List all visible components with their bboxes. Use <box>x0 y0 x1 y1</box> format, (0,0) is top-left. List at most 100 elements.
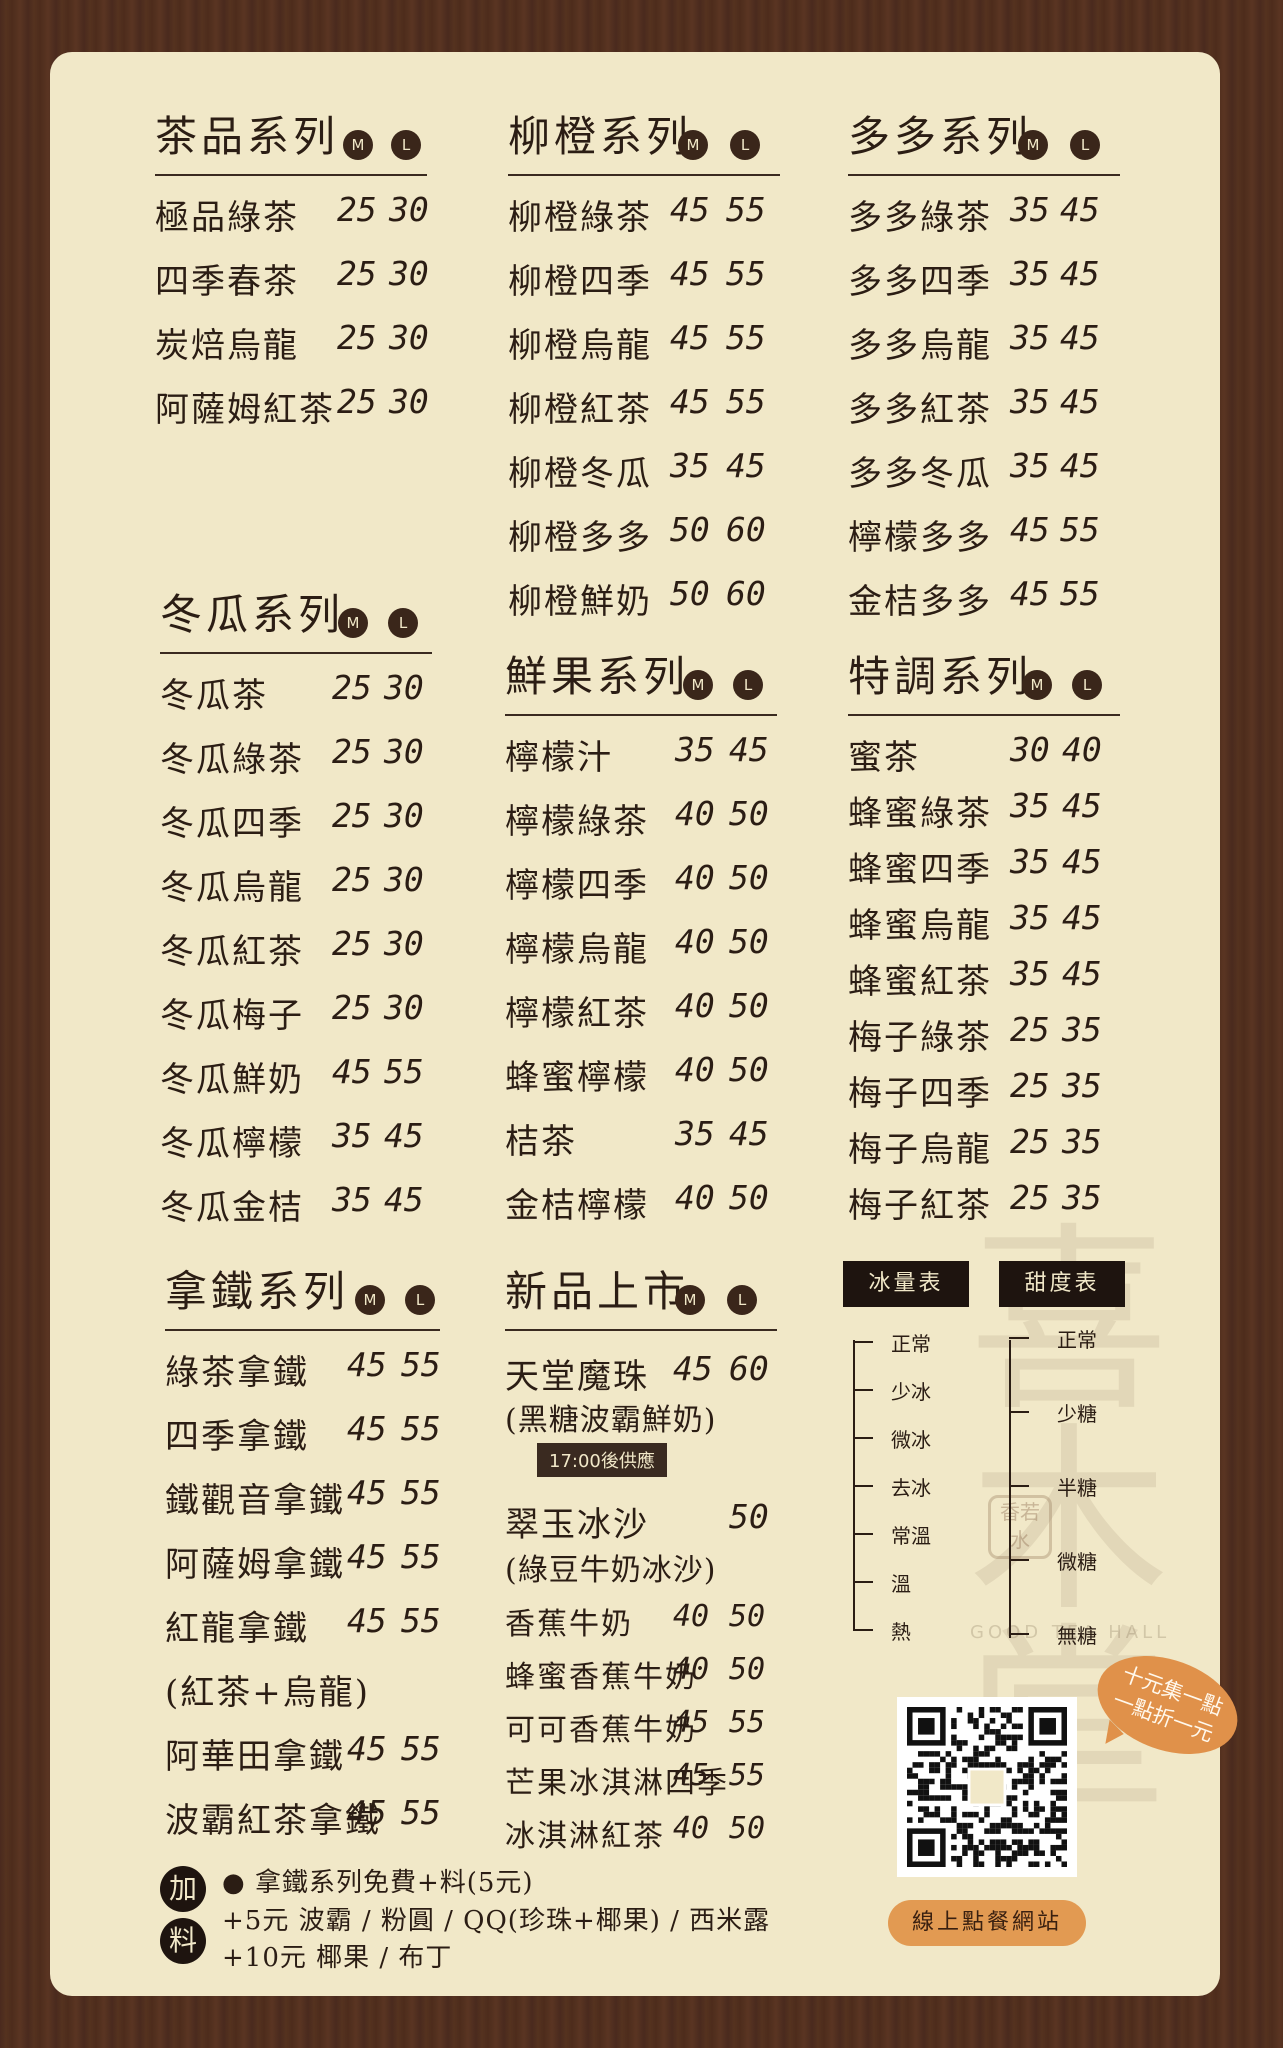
level-label: 微冰 <box>891 1428 931 1452</box>
level-label: 無糖 <box>1057 1624 1097 1648</box>
size-l-badge: L <box>727 1285 757 1315</box>
size-l-badge: L <box>733 670 763 700</box>
item-name: 柳橙綠茶 <box>508 198 652 238</box>
list-item: 梅子綠茶 25 35 <box>848 996 1120 1058</box>
section-latte: 拿鐵系列 M L 綠茶拿鐵 45 55 四季拿鐵 45 55 鐵觀音拿鐵 45 55 阿薩姆拿鐵 4… <box>165 1255 441 1843</box>
price-l: 55 <box>726 190 766 229</box>
price-m: 35 <box>1010 898 1050 937</box>
section-header: 冬瓜系列 M L <box>160 578 432 654</box>
price-m: 30 <box>1010 730 1050 769</box>
price-m: 35 <box>1010 446 1050 485</box>
list-item: 蜂蜜烏龍 35 45 <box>848 884 1120 946</box>
list-item: 冬瓜梅子 25 30 <box>160 974 432 1038</box>
item-name: 綠茶拿鐵 <box>165 1353 309 1393</box>
price-l: 30 <box>389 318 429 357</box>
price-l: 45 <box>1060 446 1100 485</box>
level-label: 正常 <box>1057 1328 1097 1352</box>
price-m: 25 <box>337 382 377 421</box>
price-m: 45 <box>347 1729 387 1768</box>
price-m: 45 <box>670 318 710 357</box>
list-item: 冬瓜紅茶 25 30 <box>160 910 432 974</box>
size-l-badge: L <box>1070 130 1100 160</box>
item-name: 梅子紅茶 <box>848 1186 992 1226</box>
price-m: 25 <box>332 732 372 771</box>
menu-list: 極品綠茶 25 30 四季春茶 25 30 炭焙烏龍 25 30 阿薩姆紅茶 25 30 <box>155 176 429 432</box>
item-name: 冬瓜鮮奶 <box>160 1060 304 1100</box>
level-tick <box>853 1629 873 1631</box>
level-tick <box>853 1341 873 1343</box>
price-m: 25 <box>1010 1066 1050 1105</box>
item-name: 四季拿鐵 <box>165 1417 309 1457</box>
section-header: 多多系列 M L <box>848 100 1120 176</box>
level-tick <box>1009 1485 1029 1487</box>
size-m-badge: M <box>343 130 373 160</box>
item-name: 檸檬多多 <box>848 518 992 558</box>
section-header: 鮮果系列 M L <box>505 640 777 716</box>
menu-list: 蜜茶 30 40 蜂蜜綠茶 35 45 蜂蜜四季 35 45 蜂蜜烏龍 35 45 蜂蜜紅茶 35 45 梅子… <box>848 716 1120 1226</box>
section-melon: 冬瓜系列 M L 冬瓜茶 25 30 冬瓜綠茶 25 30 冬瓜四季 25 30 冬瓜烏龍 25 30… <box>160 578 432 1230</box>
item-name: 鐵觀音拿鐵 <box>165 1481 345 1521</box>
addon-line: ● 拿鐵系列免費+料(5元) <box>222 1868 534 1898</box>
list-item: 柳橙烏龍 45 55 <box>508 304 780 368</box>
price-m: 25 <box>332 924 372 963</box>
item-name: 極品綠茶 <box>155 198 299 238</box>
list-item: 檸檬紅茶 40 50 <box>505 972 777 1036</box>
item-name: 柳橙多多 <box>508 518 652 558</box>
item-name: 檸檬綠茶 <box>505 802 649 842</box>
item-name: 多多綠茶 <box>848 198 992 238</box>
online-order-button[interactable]: 線上點餐網站 <box>888 1900 1086 1946</box>
level-tick <box>1009 1411 1029 1413</box>
size-m-badge: M <box>355 1285 385 1315</box>
list-item: 多多四季 35 45 <box>848 240 1120 304</box>
item-name: 冬瓜茶 <box>160 676 268 716</box>
level-label: 常溫 <box>891 1524 931 1548</box>
price-l: 45 <box>1062 898 1102 937</box>
section-tea: 茶品系列 M L 極品綠茶 25 30 四季春茶 25 30 炭焙烏龍 25 30 阿薩姆紅茶 25… <box>155 100 429 432</box>
menu-list: 綠茶拿鐵 45 55 四季拿鐵 45 55 鐵觀音拿鐵 45 55 阿薩姆拿鐵 45 55 紅龍拿鐵 45… <box>165 1331 441 1843</box>
price-m: 45 <box>332 1052 372 1091</box>
price-l: 55 <box>729 1705 766 1740</box>
price-l: 45 <box>1060 190 1100 229</box>
qr-code[interactable] <box>897 1697 1077 1877</box>
item-name: 冬瓜綠茶 <box>160 740 304 780</box>
price-l: 60 <box>726 574 766 613</box>
price-m: 35 <box>1010 382 1050 421</box>
size-l-badge: L <box>405 1285 435 1315</box>
price-m: 35 <box>332 1180 372 1219</box>
price-m: 45 <box>347 1537 387 1576</box>
item-name: 柳橙烏龍 <box>508 326 652 366</box>
list-item: 鐵觀音拿鐵 45 55 <box>165 1459 441 1523</box>
price-m: 25 <box>332 860 372 899</box>
price-l: 55 <box>1060 510 1100 549</box>
level-label: 少糖 <box>1057 1402 1097 1426</box>
price-l: 60 <box>729 1349 769 1388</box>
item-name: 蜂蜜香蕉牛奶 <box>505 1660 697 1695</box>
item-name: 檸檬烏龍 <box>505 930 649 970</box>
level-tick <box>853 1581 873 1583</box>
item-name: 柳橙四季 <box>508 262 652 302</box>
list-item: 波霸紅茶拿鐵 45 55 <box>165 1779 441 1843</box>
section-title: 冬瓜系列 <box>160 590 345 639</box>
price-m: 25 <box>332 796 372 835</box>
price-l: 30 <box>389 190 429 229</box>
list-item: 紅龍拿鐵 45 55 <box>165 1587 441 1651</box>
price-l: 55 <box>401 1601 441 1640</box>
list-item: 冬瓜鮮奶 45 55 <box>160 1038 432 1102</box>
section-title: 茶品系列 <box>155 112 340 161</box>
list-item: 阿華田拿鐵 45 55 <box>165 1715 441 1779</box>
price-l: 50 <box>729 794 769 833</box>
item-name: 多多冬瓜 <box>848 454 992 494</box>
list-item: 多多紅茶 35 45 <box>848 368 1120 432</box>
size-l-badge: L <box>388 608 418 638</box>
brand-seal: 香若水 <box>988 1495 1052 1559</box>
price-m: 35 <box>1010 318 1050 357</box>
price-m: 40 <box>673 1652 710 1687</box>
list-item: 柳橙鮮奶 50 60 <box>508 560 780 624</box>
list-item: 冬瓜茶 25 30 <box>160 654 432 718</box>
price-m: 45 <box>347 1345 387 1384</box>
level-tick <box>853 1485 873 1487</box>
list-item: 檸檬烏龍 40 50 <box>505 908 777 972</box>
section-title: 特調系列 <box>848 652 1033 701</box>
section-yakult: 多多系列 M L 多多綠茶 35 45 多多四季 35 45 多多烏龍 35 45 多多紅茶 35 4… <box>848 100 1120 624</box>
list-item: 金桔檸檬 40 50 <box>505 1164 777 1228</box>
